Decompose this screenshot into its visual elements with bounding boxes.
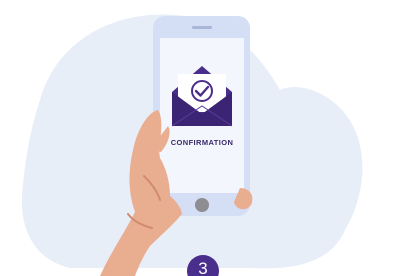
illustration-stage: CONFIRMATION 3 xyxy=(0,0,395,276)
home-button xyxy=(195,198,209,212)
confirmation-label: CONFIRMATION xyxy=(170,138,234,147)
phone-speaker xyxy=(192,26,212,29)
